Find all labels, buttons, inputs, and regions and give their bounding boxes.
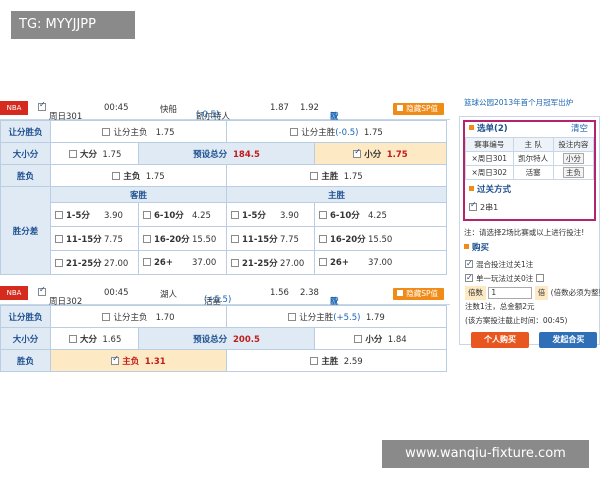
handicap-home-option[interactable]: 让分主胜(-0.5) 1.75 xyxy=(225,120,448,143)
table-cell: 主负 xyxy=(552,165,595,180)
handicap-label: 让分胜负 xyxy=(0,120,51,143)
win-loss-label: 胜负 xyxy=(0,349,51,372)
watermark-bottom: www.wanqiu-fixture.com xyxy=(382,440,589,468)
odds-1: 1.87 xyxy=(270,103,289,113)
game-header: NBA 周日302 00:45 湖人 活塞(+5.5) 1.56 2.38 析 … xyxy=(0,281,450,307)
over-under-label: 大小分 xyxy=(0,142,51,165)
betting-screen: NBA 周日301 00:45 快船 凯尔特人(-0.5) 1.87 1.92 … xyxy=(0,96,600,380)
table-cell: 凯尔特人 xyxy=(512,151,554,166)
selection-title: 选单(2) 清空 xyxy=(465,122,594,137)
margin-option[interactable]: 6-10分 4.25 xyxy=(313,202,448,227)
margin-option[interactable]: 16-20分 15.50 xyxy=(313,226,448,251)
bet-slip: 选单(2) 清空 赛事编号 主 队 投注内容 ×周日301 凯尔特人 小分 ×周… xyxy=(459,116,600,348)
margin-option[interactable]: 26+ 37.00 xyxy=(138,250,227,275)
margin-option[interactable]: 21-25分 27.00 xyxy=(50,250,139,275)
hide-sp-button[interactable]: 隐藏SP值 xyxy=(393,103,444,115)
over-under-label: 大小分 xyxy=(0,327,51,350)
preset-total: 预设总分 184.5 xyxy=(138,142,315,165)
hide-sp-button[interactable]: 隐藏SP值 xyxy=(393,288,444,300)
remove-selection[interactable]: ×周日302 xyxy=(465,165,514,180)
multiplier-row: 倍数 1 倍 (倍数必须为整数) xyxy=(465,286,600,300)
checkbox-icon xyxy=(38,100,46,111)
margin-option[interactable]: 16-20分 15.50 xyxy=(138,226,227,251)
combo-option[interactable]: 2串1 xyxy=(465,198,594,219)
away-team: 快船 xyxy=(160,105,178,115)
square-bullet-icon xyxy=(464,244,469,249)
pass-title: 过关方式 xyxy=(465,183,594,198)
clear-link[interactable]: 清空 xyxy=(571,122,588,137)
margin-option[interactable]: 11-15分 7.75 xyxy=(226,226,315,251)
single-pass-checkbox[interactable]: 单一玩法过关0注 xyxy=(465,271,594,286)
group-buy-button[interactable]: 发起合买 xyxy=(539,332,598,348)
margin-option[interactable]: 6-10分 4.25 xyxy=(138,202,227,227)
mixed-pass-checkbox[interactable]: 混合投注过关1注 xyxy=(465,257,594,272)
home-win-option[interactable]: 主胜 2.59 xyxy=(225,349,448,372)
home-win-option[interactable]: 主胜 1.75 xyxy=(225,164,448,187)
margin-label: 胜分差 xyxy=(0,186,51,275)
column-header: 投注内容 xyxy=(552,137,595,152)
under-option[interactable]: 小分 1.75 xyxy=(313,142,448,165)
over-option[interactable]: 大分 1.65 xyxy=(50,327,139,350)
remove-selection[interactable]: ×周日301 xyxy=(465,151,514,166)
handicap-home-option[interactable]: 让分主胜(+5.5) 1.79 xyxy=(225,305,448,328)
margin-option[interactable]: 11-15分 7.75 xyxy=(50,226,139,251)
game-time: 00:45 xyxy=(104,103,129,113)
multiplier-input[interactable]: 1 xyxy=(488,287,533,299)
match-list: NBA 周日301 00:45 快船 凯尔特人(-0.5) 1.87 1.92 … xyxy=(0,96,450,372)
game-time: 00:45 xyxy=(104,288,129,298)
under-option[interactable]: 小分 1.84 xyxy=(313,327,448,350)
odds-2: 2.38 xyxy=(300,288,319,298)
column-header: 赛事编号 xyxy=(465,137,514,152)
buy-title: 购买 xyxy=(460,241,599,256)
game-header: NBA 周日301 00:45 快船 凯尔特人(-0.5) 1.87 1.92 … xyxy=(0,96,450,122)
selection-table: 赛事编号 主 队 投注内容 ×周日301 凯尔特人 小分 ×周日302 活塞 主… xyxy=(465,137,595,180)
table-cell: 小分 xyxy=(552,151,595,166)
over-option[interactable]: 大分 1.75 xyxy=(50,142,139,165)
away-team: 湖人 xyxy=(160,290,178,300)
margin-option[interactable]: 1-5分 3.90 xyxy=(226,202,315,227)
selection-box: 选单(2) 清空 赛事编号 主 队 投注内容 ×周日301 凯尔特人 小分 ×周… xyxy=(463,120,596,221)
game1-bet-table: 让分胜负 让分主负 1.75 让分主胜(-0.5) 1.75 大小分 大分 1.… xyxy=(0,120,448,275)
handicap-away-option[interactable]: 让分主负 1.70 xyxy=(50,305,227,328)
away-win-header: 客胜 xyxy=(50,186,227,203)
handicap-label: 让分胜负 xyxy=(0,305,51,328)
personal-buy-button[interactable]: 个人购买 xyxy=(471,332,529,348)
odds-2: 1.92 xyxy=(300,103,319,113)
column-header: 主 队 xyxy=(512,137,554,152)
margin-option[interactable]: 21-25分 27.00 xyxy=(226,250,315,275)
league-tag: NBA xyxy=(0,101,28,115)
promo-link[interactable]: 篮球公园2013年首个月冠军出炉 xyxy=(459,96,600,116)
square-bullet-icon xyxy=(469,186,474,191)
game2-bet-table: 让分胜负 让分主负 1.70 让分主胜(+5.5) 1.79 大小分 大分 1.… xyxy=(0,305,448,372)
watermark-top: TG: MYYJJPP xyxy=(11,11,135,39)
home-loss-option[interactable]: 主负 1.75 xyxy=(50,164,227,187)
home-loss-option[interactable]: 主负 1.31 xyxy=(50,349,227,372)
odds-1: 1.56 xyxy=(270,288,289,298)
preset-total: 预设总分 200.5 xyxy=(138,327,315,350)
win-loss-label: 胜负 xyxy=(0,164,51,187)
game-select-checkbox[interactable]: 周日302 xyxy=(38,285,82,307)
game-select-checkbox[interactable]: 周日301 xyxy=(38,100,82,122)
square-bullet-icon xyxy=(469,125,474,130)
buy-section: 混合投注过关1注 单一玩法过关0注 倍数 1 倍 (倍数必须为整数) 注数1注，… xyxy=(460,256,600,348)
league-tag: NBA xyxy=(0,286,28,300)
tip-text: 注：请选择2场比赛或以上进行投注! xyxy=(464,228,585,237)
table-cell: 活塞 xyxy=(512,165,554,180)
total-text: 注数1注，总金额2元 xyxy=(465,302,535,311)
deadline-text: (该方案投注截止时间：00:45) xyxy=(465,316,568,325)
margin-option[interactable]: 1-5分 3.90 xyxy=(50,202,139,227)
home-win-header: 主胜 xyxy=(225,186,448,203)
handicap-away-option[interactable]: 让分主负 1.75 xyxy=(50,120,227,143)
checkbox-icon xyxy=(38,285,46,296)
margin-option[interactable]: 26+ 37.00 xyxy=(313,250,448,275)
bet-slip-panel: 篮球公园2013年首个月冠军出炉 选单(2) 清空 赛事编号 主 队 投注内容 … xyxy=(459,96,600,348)
